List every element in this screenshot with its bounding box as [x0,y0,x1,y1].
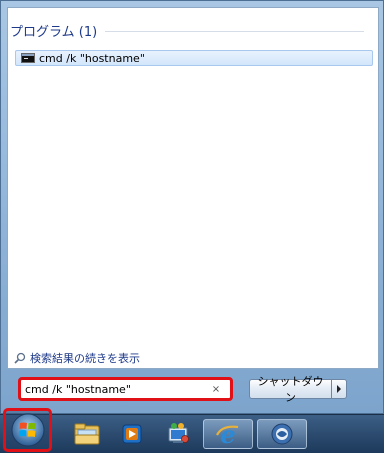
see-more-label: 検索結果の続きを表示 [30,352,140,365]
search-box: × [18,377,233,401]
control-panel-icon [168,423,189,443]
programs-group-title: プログラム (1) [10,24,98,40]
shutdown-options-button[interactable] [331,379,347,399]
see-more-results-link[interactable]: 検索結果の続きを表示 [14,350,140,366]
clear-search-icon[interactable]: × [210,382,222,396]
taskbar-app[interactable] [257,419,307,449]
search-input[interactable] [21,381,210,397]
taskbar-media-player[interactable] [107,419,157,449]
folder-icon [74,423,100,445]
app-icon [271,423,293,445]
result-item-cmd[interactable]: cmd /k "hostname" [15,50,373,66]
taskbar-explorer[interactable] [62,419,112,449]
start-button[interactable] [3,408,52,452]
shutdown-button[interactable]: シャットダウン [249,375,331,404]
programs-group-header: プログラム (1) [10,20,364,40]
search-icon [14,352,26,364]
taskbar-internet-explorer[interactable]: e [203,419,253,449]
svg-text:e: e [220,421,235,447]
shutdown-controls: シャットダウン [249,375,347,404]
group-divider [105,30,364,32]
media-player-icon [122,424,142,444]
chevron-right-icon [337,385,341,393]
console-icon [21,53,35,63]
internet-explorer-icon: e [216,421,239,447]
windows-logo-icon [11,413,44,447]
taskbar-control-panel[interactable] [153,419,203,449]
result-item-label: cmd /k "hostname" [39,51,145,65]
